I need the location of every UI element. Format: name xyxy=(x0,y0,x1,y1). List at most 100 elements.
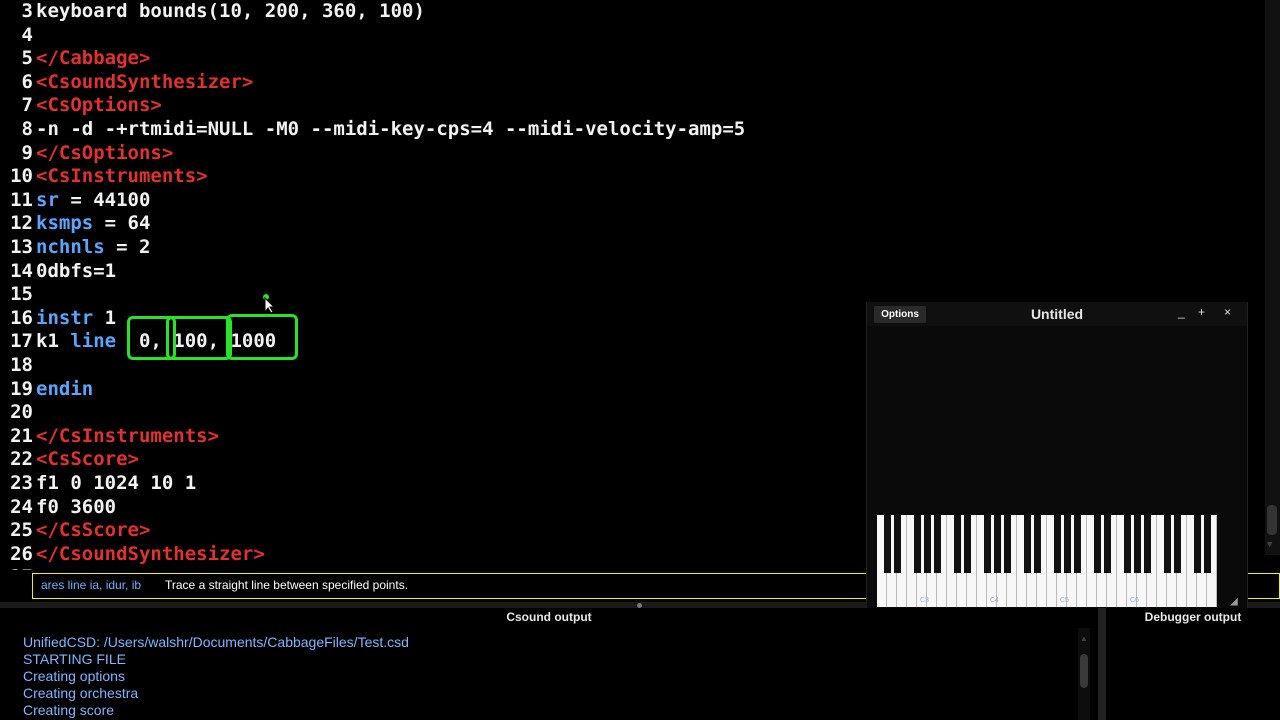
black-key[interactable] xyxy=(1133,515,1141,573)
output-scrollbar[interactable]: ▲ xyxy=(1078,628,1090,720)
code-text: </CsInstruments> xyxy=(36,425,219,448)
black-key[interactable] xyxy=(1063,515,1071,573)
code-line[interactable]: 19 endin xyxy=(0,378,93,401)
scroll-down-arrow-icon[interactable]: ▼ xyxy=(1267,540,1277,550)
code-text: endin xyxy=(36,378,93,401)
code-text: </CsScore> xyxy=(36,519,150,542)
code-line[interactable]: 23 f1 0 1024 10 1 xyxy=(0,472,196,495)
code-line[interactable]: 26 </CsoundSynthesizer> xyxy=(0,543,265,566)
close-icon[interactable]: × xyxy=(1224,305,1231,319)
black-key[interactable] xyxy=(993,515,1001,573)
code-token: -n -d -+rtmidi=NULL -M0 --midi-key-cps=4… xyxy=(36,118,746,140)
code-text: <CsScore> xyxy=(36,448,139,471)
black-key[interactable] xyxy=(1023,515,1031,573)
black-key[interactable] xyxy=(1173,515,1181,573)
code-line[interactable]: 8 -n -d -+rtmidi=NULL -M0 --midi-key-cps=… xyxy=(0,118,746,141)
output-line: Creating orchestra xyxy=(23,685,139,701)
code-line[interactable]: 20 xyxy=(0,401,33,424)
code-text: f0 3600 xyxy=(36,496,116,519)
black-key[interactable] xyxy=(883,515,891,573)
code-line[interactable]: 16 instr 1 xyxy=(0,307,116,330)
code-line[interactable]: 3 keyboard bounds(10, 200, 360, 100) xyxy=(0,0,425,23)
black-key[interactable] xyxy=(1163,515,1171,573)
black-key[interactable] xyxy=(963,515,971,573)
code-token: sr xyxy=(36,188,59,211)
code-token: 0dbfs=1 xyxy=(36,259,117,282)
code-text: <CsOptions> xyxy=(36,94,162,117)
output-line: Creating score xyxy=(23,702,115,718)
opcode-signature: ares line ia, idur, ib xyxy=(41,578,142,592)
code-text: nchnls = 2 xyxy=(36,236,150,259)
code-text: <CsInstruments> xyxy=(36,165,208,188)
code-token: keyboard bounds(10, 200, 360, 100) xyxy=(36,0,425,22)
code-text: instr 1 xyxy=(36,307,116,330)
vertical-divider[interactable] xyxy=(1098,608,1106,720)
code-line[interactable]: 11 sr = 44100 xyxy=(0,189,150,212)
black-key[interactable] xyxy=(983,515,991,573)
code-line[interactable]: 10 <CsInstruments> xyxy=(0,165,207,188)
code-line[interactable]: 25 </CsScore> xyxy=(0,519,150,542)
output-line: Creating options xyxy=(23,668,125,684)
black-key[interactable] xyxy=(1003,515,1011,573)
plugin-title-bar[interactable]: Untitled Options _ + × xyxy=(867,302,1247,326)
code-token: </Cabbage> xyxy=(36,47,151,70)
options-button[interactable]: Options xyxy=(874,306,926,323)
line-number: 8 xyxy=(21,118,33,140)
plugin-window: Untitled Options _ + × C3 C4 C5 C6 xyxy=(866,302,1248,608)
line-number: 12 xyxy=(10,212,33,235)
black-key[interactable] xyxy=(1143,515,1151,573)
code-line[interactable]: 27 xyxy=(0,566,33,570)
code-text: sr = 44100 xyxy=(36,189,150,212)
line-number: 18 xyxy=(10,354,33,376)
black-key[interactable] xyxy=(1103,515,1111,573)
code-line[interactable]: 4 xyxy=(0,24,33,47)
code-text: ksmps = 64 xyxy=(36,212,150,235)
black-key[interactable] xyxy=(953,515,961,573)
black-key[interactable] xyxy=(1123,515,1131,573)
code-line[interactable]: 13 nchnls = 2 xyxy=(0,236,150,259)
mouse-pointer-icon xyxy=(262,294,276,318)
black-key[interactable] xyxy=(1193,515,1201,573)
maximize-icon[interactable]: + xyxy=(1198,305,1205,319)
code-line[interactable]: 24 f0 3600 xyxy=(0,496,116,519)
black-key[interactable] xyxy=(1073,515,1081,573)
code-token: instr xyxy=(36,306,94,329)
code-token: </CsInstruments> xyxy=(36,424,220,447)
opcode-description: Trace a straight line between specified … xyxy=(165,578,409,592)
code-token: </CsOptions> xyxy=(36,141,174,164)
code-token: line xyxy=(70,330,117,353)
scroll-thumb[interactable] xyxy=(1080,654,1088,688)
code-token: ksmps xyxy=(36,212,94,235)
editor-scrollbar[interactable]: ▼ xyxy=(1265,0,1280,555)
csound-output-title: Csound output xyxy=(506,610,592,624)
argument-highlight-box xyxy=(226,314,298,360)
black-key[interactable] xyxy=(923,515,931,573)
black-key[interactable] xyxy=(913,515,921,573)
minimize-icon[interactable]: _ xyxy=(1178,305,1185,319)
code-line[interactable]: 18 xyxy=(0,354,33,377)
black-key[interactable] xyxy=(1033,515,1041,573)
code-line[interactable]: 5 </Cabbage> xyxy=(0,47,151,70)
resize-grip-icon[interactable]: ◢ xyxy=(1230,594,1238,609)
code-line[interactable]: 14 0dbfs=1 xyxy=(0,260,116,283)
line-number: 25 xyxy=(10,519,33,542)
code-line[interactable]: 17 k1 line 0, 100, 1000 xyxy=(0,330,276,353)
black-key[interactable] xyxy=(1093,515,1101,573)
scroll-thumb[interactable] xyxy=(1267,505,1277,535)
code-line[interactable]: 7 <CsOptions> xyxy=(0,94,162,117)
black-key[interactable] xyxy=(1203,515,1211,573)
midi-keyboard[interactable]: C3 C4 C5 C6 xyxy=(877,515,1217,607)
code-line[interactable]: 22 <CsScore> xyxy=(0,448,139,471)
black-key[interactable] xyxy=(893,515,901,573)
line-number: 27 xyxy=(0,566,33,570)
code-line[interactable]: 21 </CsInstruments> xyxy=(0,425,219,448)
octave-label: C6 xyxy=(1130,597,1139,604)
code-line[interactable]: 12 ksmps = 64 xyxy=(0,212,150,235)
code-line[interactable]: 9 </CsOptions> xyxy=(0,142,174,165)
code-line[interactable]: 6 <CsoundSynthesizer> xyxy=(0,71,254,94)
black-key[interactable] xyxy=(933,515,941,573)
black-key[interactable] xyxy=(1053,515,1061,573)
code-line[interactable]: 15 xyxy=(0,283,33,306)
argument-highlight-box xyxy=(166,316,232,360)
scroll-up-arrow-icon[interactable]: ▲ xyxy=(1080,634,1088,643)
